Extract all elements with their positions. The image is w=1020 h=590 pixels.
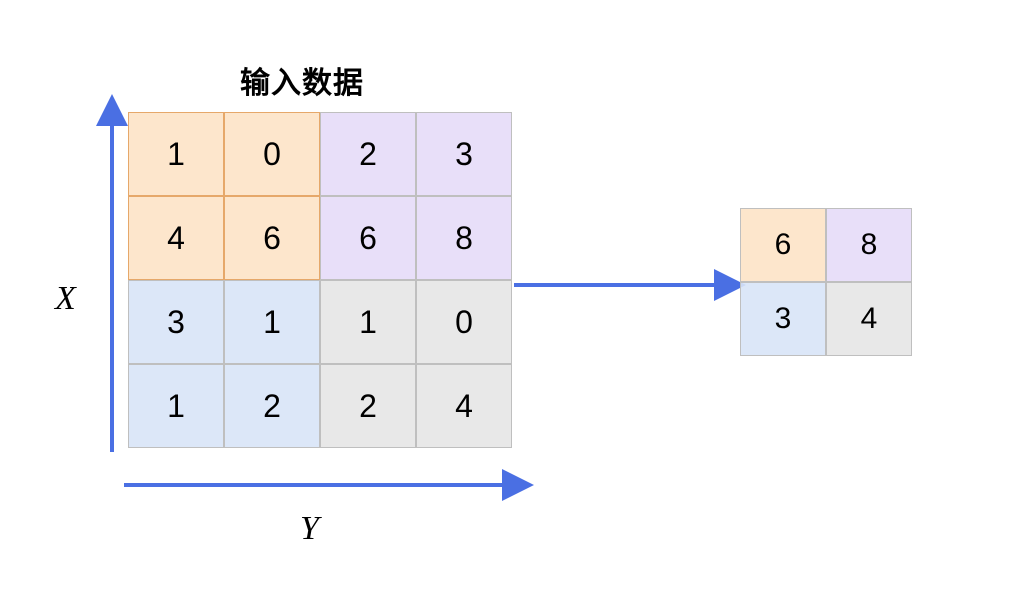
- input-cell: 2: [320, 112, 416, 196]
- axis-arrow-x: [100, 102, 130, 462]
- output-grid: 6 8 3 4: [740, 208, 912, 356]
- output-cell: 8: [826, 208, 912, 282]
- axis-label-y: Y: [300, 510, 319, 548]
- axis-arrow-y: [120, 470, 530, 500]
- input-cell: 6: [320, 196, 416, 280]
- input-cell: 0: [224, 112, 320, 196]
- input-cell: 2: [224, 364, 320, 448]
- input-cell: 0: [416, 280, 512, 364]
- input-cell: 2: [320, 364, 416, 448]
- input-cell: 1: [128, 364, 224, 448]
- input-cell: 1: [320, 280, 416, 364]
- input-grid: 1 0 2 3 4 6 6 8 3 1 1 0 1 2 2 4: [128, 112, 512, 448]
- input-cell: 6: [224, 196, 320, 280]
- input-cell: 8: [416, 196, 512, 280]
- output-cell: 3: [740, 282, 826, 356]
- input-cell: 3: [416, 112, 512, 196]
- output-cell: 6: [740, 208, 826, 282]
- output-cell: 4: [826, 282, 912, 356]
- input-cell: 1: [128, 112, 224, 196]
- input-cell: 1: [224, 280, 320, 364]
- diagram-title: 输入数据: [240, 58, 364, 102]
- transform-arrow: [512, 270, 742, 300]
- input-cell: 4: [416, 364, 512, 448]
- input-cell: 4: [128, 196, 224, 280]
- axis-label-x: X: [55, 280, 76, 318]
- input-cell: 3: [128, 280, 224, 364]
